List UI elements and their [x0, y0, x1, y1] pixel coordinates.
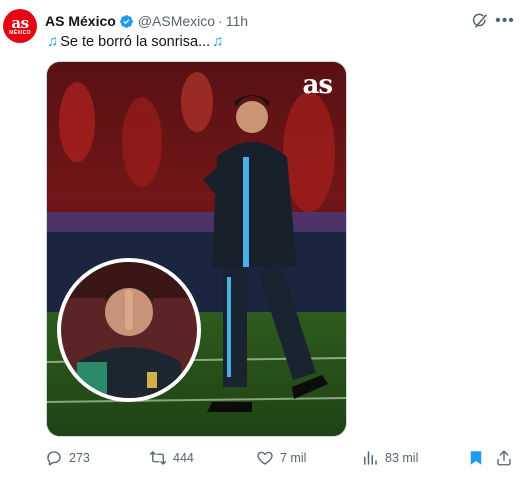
bookmark-button[interactable] [467, 448, 491, 468]
views-count: 83 mil [385, 451, 419, 465]
handle[interactable]: @ASMexico [138, 13, 215, 29]
media-watermark: as [302, 70, 334, 100]
reply-button[interactable]: 273 [45, 448, 90, 468]
avatar-logo-text: as [11, 13, 29, 32]
media-photo [47, 62, 346, 436]
tweet-actions: 273 444 7 mil 83 mil [45, 448, 515, 468]
avatar[interactable]: as MÉXICO [3, 9, 37, 43]
tweet-text: ♫ Se te borró la sonrisa... ♫ [45, 33, 225, 51]
share-button[interactable] [495, 448, 519, 468]
avatar-logo-subtext: MÉXICO [9, 29, 31, 36]
separator-dot: · [218, 13, 223, 29]
share-icon [497, 450, 511, 466]
tweet-header: AS México @ASMexico · 11h [45, 12, 248, 30]
musical-notes-icon: ♫ [47, 33, 59, 50]
like-count: 7 mil [280, 451, 307, 465]
more-options-icon[interactable]: ••• [495, 12, 514, 30]
views-button[interactable]: 83 mil [361, 448, 418, 468]
reply-count: 273 [69, 451, 90, 465]
tweet-media[interactable]: as [46, 61, 347, 437]
repost-count: 444 [173, 451, 194, 465]
heart-icon [257, 451, 273, 465]
verified-badge-icon [119, 14, 133, 28]
repost-icon [149, 451, 167, 465]
timestamp[interactable]: 11h [226, 13, 248, 29]
views-icon [364, 451, 377, 465]
reply-icon [47, 451, 61, 466]
repost-button[interactable]: 444 [149, 448, 194, 468]
bookmark-icon [470, 451, 482, 465]
like-button[interactable]: 7 mil [256, 448, 306, 468]
tweet[interactable]: as MÉXICO AS México @ASMexico · 11h ••• … [0, 0, 527, 485]
display-name[interactable]: AS México [45, 13, 116, 29]
musical-notes-icon: ♫ [212, 33, 224, 50]
grok-icon[interactable] [471, 12, 489, 30]
tweet-text-body: Se te borró la sonrisa... [60, 34, 211, 50]
